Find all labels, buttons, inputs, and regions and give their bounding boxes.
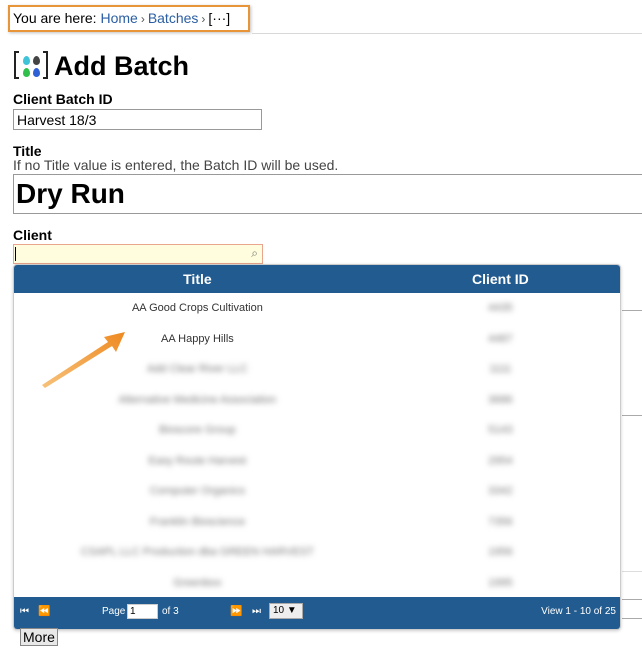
cell-title: Computer Organics [149, 485, 246, 498]
cell-client-id: 3342 [488, 485, 513, 498]
column-header-client-id[interactable]: Client ID [381, 271, 620, 287]
first-page-icon[interactable]: ⏮ [20, 606, 29, 617]
next-page-icon[interactable]: ⏩ [230, 606, 242, 617]
grid-pager: ⏮ ⏪ Page of 3 ⏩ ⏭ 10 ▼ View 1 - 10 of 25 [14, 597, 620, 629]
annotation-arrow-icon [42, 332, 125, 388]
divider [622, 618, 642, 619]
page-label: Page [102, 606, 126, 617]
table-row[interactable]: Easy Route Harvest 2954 [14, 446, 620, 477]
divider [622, 415, 642, 416]
cell-title: Bioscore Group [159, 424, 236, 437]
water-drops-icon [14, 49, 48, 83]
table-row[interactable]: Franklin Bioscience 7356 [14, 507, 620, 538]
view-range-text: View 1 - 10 of 25 [541, 606, 616, 617]
cell-title: Alternative Medicine Association [118, 393, 277, 406]
search-icon[interactable]: ⌕ [251, 246, 258, 261]
breadcrumb-home[interactable]: Home [100, 10, 137, 26]
page-header: Add Batch [14, 48, 189, 84]
table-row[interactable]: Bioscore Group 5143 [14, 415, 620, 446]
cell-client-id: 3686 [488, 393, 513, 406]
breadcrumb-separator: › [201, 12, 206, 26]
page-count: of 3 [162, 606, 179, 617]
text-cursor [15, 247, 16, 261]
cell-client-id: 7356 [488, 515, 513, 528]
more-button[interactable]: More [20, 628, 58, 646]
table-row[interactable]: Computer Organics 3342 [14, 476, 620, 507]
client-label: Client [13, 227, 52, 243]
breadcrumb-batches[interactable]: Batches [148, 10, 199, 26]
cell-client-id: 4487 [488, 332, 513, 345]
title-hint: If no Title value is entered, the Batch … [13, 157, 339, 173]
title-input[interactable] [13, 174, 642, 214]
cell-client-id: 2954 [488, 454, 513, 467]
page-number-input[interactable] [127, 604, 158, 619]
column-header-title[interactable]: Title [14, 271, 381, 287]
page-size-select[interactable]: 10 ▼ [269, 603, 303, 619]
breadcrumb-current[interactable]: [···] [208, 10, 230, 26]
prev-page-icon[interactable]: ⏪ [38, 606, 50, 617]
table-row[interactable]: CSAPL LLC Production dba GREEN HARVEST 19… [14, 537, 620, 568]
cell-title: CSAPL LLC Production dba GREEN HARVEST [80, 546, 314, 559]
cell-client-id: 5143 [488, 424, 513, 437]
breadcrumb-prefix: You are here: [13, 10, 97, 26]
client-search-input[interactable]: ⌕ [13, 244, 263, 264]
divider [622, 310, 642, 311]
client-lookup-grid: Title Client ID AA Good Crops Cultivatio… [13, 264, 621, 630]
cell-client-id: 1995 [488, 576, 513, 589]
batch-id-input[interactable] [13, 109, 262, 130]
cell-title: Easy Route Harvest [148, 454, 247, 467]
breadcrumb: You are here: Home › Batches › [···] [8, 5, 250, 32]
divider [622, 599, 642, 600]
divider [252, 33, 642, 34]
breadcrumb-separator: › [140, 12, 145, 26]
cell-client-id: 1956 [488, 546, 513, 559]
cell-client-id: 1111 [489, 363, 512, 376]
cell-title: AA Good Crops Cultivation [131, 302, 263, 315]
last-page-icon[interactable]: ⏭ [252, 606, 261, 617]
cell-client-id: 4435 [488, 302, 513, 315]
batch-id-label: Client Batch ID [13, 91, 113, 107]
grid-header: Title Client ID [14, 265, 620, 293]
cell-title: Franklin Bioscience [149, 515, 246, 528]
divider [622, 571, 642, 572]
page-title: Add Batch [54, 50, 189, 81]
cell-title: Greenbox [173, 576, 222, 589]
table-row[interactable]: Greenbox 1995 [14, 568, 620, 599]
table-row[interactable]: AA Good Crops Cultivation 4435 [14, 293, 620, 324]
